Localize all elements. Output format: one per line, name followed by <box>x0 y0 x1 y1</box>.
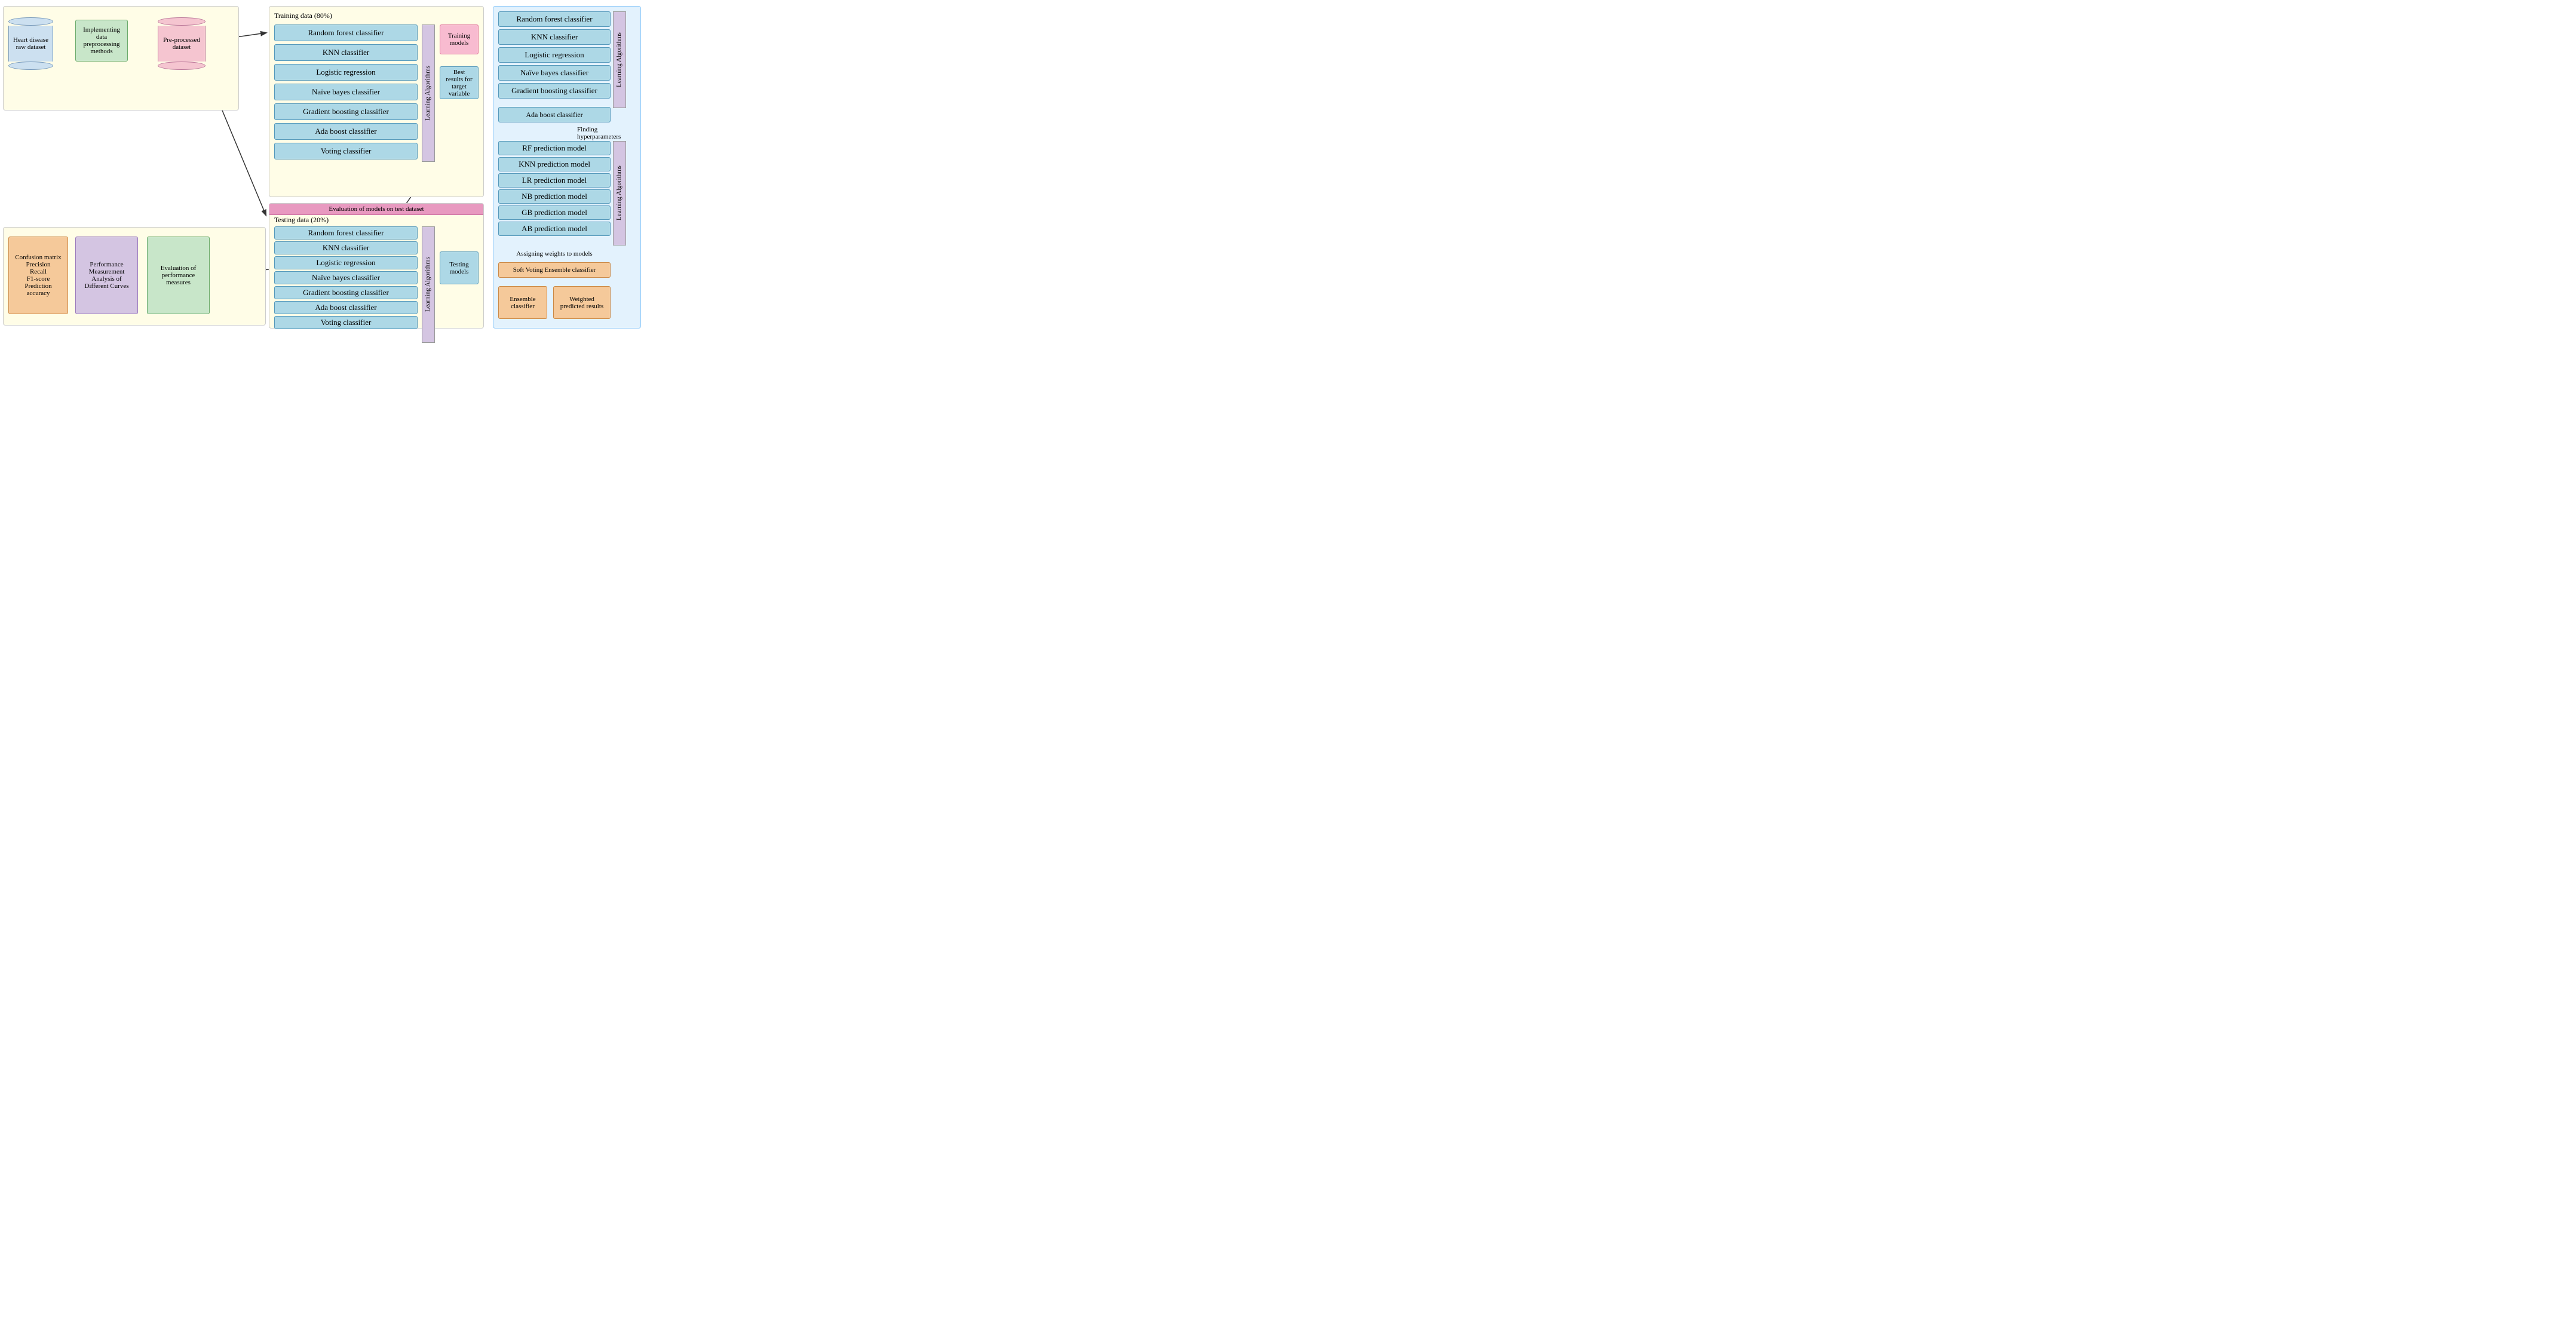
right-classifiers-list: Random forest classifier KNN classifier … <box>498 11 611 99</box>
eval-performance-box: Evaluation of performance measures <box>147 237 210 314</box>
rf-prediction-model: RF prediction model <box>498 141 611 155</box>
clf-nb-train: Naïve bayes classifier <box>274 84 418 100</box>
ab-prediction-model: AB prediction model <box>498 222 611 236</box>
heart-dataset-label: Heart disease raw dataset <box>10 36 51 51</box>
ensemble-classifier-box: Ensemble classifier <box>498 286 547 319</box>
clf-random-forest-test: Random forest classifier <box>274 226 418 240</box>
clf-gb-right: Gradient boosting classifier <box>498 83 611 99</box>
clf-voting-test: Voting classifier <box>274 316 418 329</box>
clf-gb-test: Gradient boosting classifier <box>274 286 418 299</box>
confusion-matrix-box: Confusion matrix Precision Recall F1-sco… <box>8 237 68 314</box>
eval-models-header: Evaluation of models on test dataset <box>269 204 483 215</box>
clf-nb-right: Naïve bayes classifier <box>498 65 611 81</box>
training-data-label: Training data (80%) <box>274 11 332 20</box>
prediction-models-list: RF prediction model KNN prediction model… <box>498 141 611 238</box>
clf-ada-right: Ada boost classifier <box>498 107 611 122</box>
gb-prediction-model: GB prediction model <box>498 205 611 220</box>
clf-knn-right: KNN classifier <box>498 29 611 45</box>
heart-disease-dataset: Heart disease raw dataset <box>8 17 53 70</box>
learning-algorithms-right-bottom: Learning Algorithms <box>613 141 626 245</box>
finding-hyperparams-label: Finding hyperparameters <box>577 126 637 140</box>
clf-voting-train: Voting classifier <box>274 143 418 159</box>
knn-prediction-model: KNN prediction model <box>498 157 611 171</box>
clf-nb-test: Naïve bayes classifier <box>274 271 418 284</box>
preprocessing-panel: Heart disease raw dataset Implementing d… <box>3 6 239 110</box>
right-panel: Random forest classifier KNN classifier … <box>493 6 641 329</box>
preprocessed-label: Pre-processed dataset <box>160 36 204 51</box>
clf-ab-train: Ada boost classifier <box>274 123 418 140</box>
testing-classifiers-list: Random forest classifier KNN classifier … <box>274 226 418 332</box>
training-panel: Training data (80%) Random forest classi… <box>269 6 484 197</box>
learning-algorithms-right-top: Learning Algorithms <box>613 11 626 108</box>
soft-voting-box: Soft Voting Ensemble classifier <box>498 262 611 278</box>
performance-measurement-box: Performance Measurement Analysis of Diff… <box>75 237 138 314</box>
training-models-box: Training models <box>440 24 479 54</box>
training-classifiers-list: Random forest classifier KNN classifier … <box>274 24 418 162</box>
clf-gb-train: Gradient boosting classifier <box>274 103 418 120</box>
assigning-weights-label: Assigning weights to models <box>498 250 611 257</box>
learning-algorithms-label-train: Learning Algorithms <box>422 24 435 162</box>
nb-prediction-model: NB prediction model <box>498 189 611 204</box>
learning-algorithms-label-test: Learning Algorithms <box>422 226 435 343</box>
diagram-container: Heart disease raw dataset Implementing d… <box>0 0 644 332</box>
clf-lr-right: Logistic regression <box>498 47 611 63</box>
clf-random-forest-train: Random forest classifier <box>274 24 418 41</box>
test-eval-panel: Evaluation of models on test dataset Tes… <box>269 203 484 329</box>
preprocessed-dataset: Pre-processed dataset <box>158 17 206 70</box>
clf-ab-test: Ada boost classifier <box>274 301 418 314</box>
testing-models-box: Testing models <box>440 251 479 284</box>
clf-lr-test: Logistic regression <box>274 256 418 269</box>
weighted-predicted-box: Weighted predicted results <box>553 286 611 319</box>
clf-knn-test: KNN classifier <box>274 241 418 254</box>
clf-knn-train: KNN classifier <box>274 44 418 61</box>
best-results-box: Best results for target variable <box>440 66 479 99</box>
preprocessing-label: Implementing data preprocessing methods <box>81 26 122 55</box>
results-panel: Confusion matrix Precision Recall F1-sco… <box>3 227 266 326</box>
clf-rf-right: Random forest classifier <box>498 11 611 27</box>
lr-prediction-model: LR prediction model <box>498 173 611 188</box>
testing-data-label: Testing data (20%) <box>274 216 329 225</box>
preprocessing-box: Implementing data preprocessing methods <box>75 20 128 62</box>
clf-lr-train: Logistic regression <box>274 64 418 81</box>
